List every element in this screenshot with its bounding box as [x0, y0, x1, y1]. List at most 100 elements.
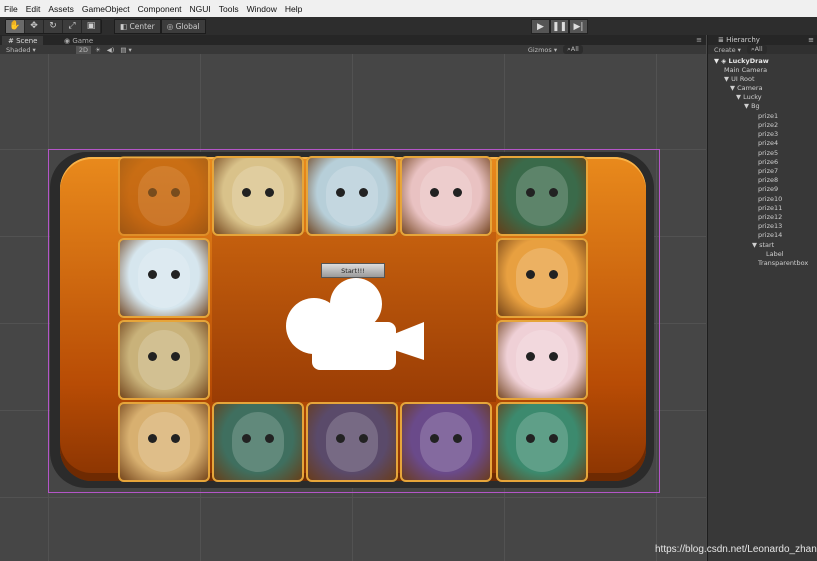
hierarchy-item[interactable]: prize7 — [758, 167, 778, 175]
pivot-global-label: Global — [175, 21, 200, 31]
hierarchy-item[interactable]: ▼ Lucky — [736, 93, 762, 101]
prize-tile — [496, 402, 588, 482]
hierarchy-item-label: Label — [766, 250, 784, 258]
hierarchy-item[interactable]: ▼ Bg — [744, 102, 760, 110]
tab-hierarchy[interactable]: ≣ Hierarchy ≡ — [708, 35, 817, 45]
hierarchy-item[interactable]: prize11 — [758, 204, 782, 212]
hierarchy-item-label: prize14 — [758, 231, 783, 239]
hierarchy-item[interactable]: prize3 — [758, 130, 778, 138]
gizmos-label: Gizmos — [527, 45, 552, 54]
effects-icon[interactable]: ▤ ▾ — [120, 46, 131, 54]
create-dropdown[interactable]: Create ▾ — [714, 46, 741, 54]
hierarchy-item[interactable]: prize5 — [758, 149, 778, 157]
hierarchy-item[interactable]: prize13 — [758, 222, 782, 230]
audio-icon[interactable]: ◀) — [107, 46, 115, 54]
eyes — [242, 188, 274, 198]
tab-scene[interactable]: # Scene — [2, 36, 44, 45]
hierarchy-item[interactable]: Transparentbox — [758, 259, 808, 267]
dragon-icon — [516, 412, 568, 472]
mode-2d-button[interactable]: 2D — [75, 45, 91, 54]
scene-view[interactable]: Start!!! — [0, 54, 706, 561]
hand-tool-icon[interactable]: ✋ — [6, 19, 25, 33]
panel-menu-icon[interactable]: ≡ — [696, 36, 702, 44]
play-icon[interactable]: ▶ — [531, 19, 550, 34]
pivot-center-button[interactable]: ◧ Center — [114, 18, 161, 34]
hierarchy-item-label: prize5 — [758, 149, 779, 157]
hierarchy-item-label: prize3 — [758, 130, 779, 138]
hierarchy-icon: ≣ — [718, 36, 724, 44]
hierarchy-item[interactable]: ▼ UI Root — [724, 75, 755, 83]
menu-item[interactable]: Window — [243, 4, 281, 14]
tiger-icon — [516, 248, 568, 308]
prize-tile — [118, 238, 210, 318]
hierarchy-item[interactable]: prize4 — [758, 139, 778, 147]
menu-item[interactable]: Help — [281, 4, 306, 14]
lighting-icon[interactable]: ☀ — [95, 46, 101, 54]
camera-gizmo-icon — [286, 278, 424, 370]
scene-options-bar: Shaded ▾ 2D ☀ ◀) ▤ ▾ Gizmos ▾ ⌕All — [0, 45, 706, 54]
rooster-icon — [138, 330, 190, 390]
menu-item[interactable]: NGUI — [186, 4, 215, 14]
hierarchy-item-label: Lucky — [743, 93, 762, 101]
hierarchy-item[interactable]: Main Camera — [724, 66, 767, 74]
hierarchy-item[interactable]: prize9 — [758, 185, 778, 193]
hierarchy-item-label: UI Root — [731, 75, 755, 83]
scene-search-input[interactable]: ⌕All — [563, 45, 583, 54]
menu-item[interactable]: Tools — [215, 4, 243, 14]
tab-game[interactable]: ◉ Game — [58, 36, 99, 45]
rabbit-icon — [516, 330, 568, 390]
tab-game-label: Game — [72, 36, 94, 45]
menu-item[interactable]: Assets — [44, 4, 78, 14]
hierarchy-item-label: Main Camera — [724, 66, 768, 74]
panel-menu-icon[interactable]: ≡ — [808, 36, 814, 44]
hierarchy-item[interactable]: prize8 — [758, 176, 778, 184]
hierarchy-item-label: prize7 — [758, 167, 779, 175]
eyes — [526, 188, 558, 198]
hierarchy-item[interactable]: prize10 — [758, 195, 782, 203]
snake-icon — [420, 412, 472, 472]
scene-search-placeholder: All — [570, 45, 579, 53]
prize-tile — [118, 402, 210, 482]
monkey-icon — [138, 412, 190, 472]
hierarchy-search-input[interactable]: ⌕All — [746, 45, 767, 54]
hierarchy-item[interactable]: prize14 — [758, 231, 782, 239]
eyes — [148, 188, 180, 198]
hierarchy-item[interactable]: prize12 — [758, 213, 782, 221]
hierarchy-item[interactable]: prize2 — [758, 121, 778, 129]
pivot-global-button[interactable]: ◎ Global — [160, 18, 206, 34]
rect-tool-icon[interactable]: ▣ — [82, 19, 101, 33]
watermark: https://blog.csdn.net/Leonardo_zhang — [655, 544, 817, 555]
eyes — [526, 434, 558, 444]
hierarchy-item-label: Transparentbox — [758, 259, 809, 267]
prize-tile — [306, 156, 398, 236]
eyes — [526, 352, 558, 362]
prize-tile — [496, 238, 588, 318]
hierarchy-item[interactable]: prize6 — [758, 158, 778, 166]
start-button[interactable]: Start!!! — [321, 263, 385, 278]
gizmos-dropdown[interactable]: Gizmos ▾ — [528, 46, 557, 54]
menu-item[interactable]: GameObject — [78, 4, 134, 14]
hierarchy-search-placeholder: All — [754, 45, 763, 53]
eyes — [430, 188, 462, 198]
pause-icon[interactable]: ❚❚ — [550, 19, 569, 34]
hierarchy-item-label: prize13 — [758, 222, 783, 230]
eyes — [148, 434, 180, 444]
move-tool-icon[interactable]: ✥ — [25, 19, 44, 33]
hierarchy-toolbar: Create ▾ ⌕All — [708, 45, 817, 54]
rotate-tool-icon[interactable]: ↻ — [44, 19, 63, 33]
eyes — [242, 434, 274, 444]
menu-item[interactable]: File — [0, 4, 22, 14]
scale-tool-icon[interactable]: ⤢ — [63, 19, 82, 33]
shading-dropdown[interactable]: Shaded ▾ — [6, 46, 36, 54]
menu-item[interactable]: Component — [134, 4, 186, 14]
hierarchy-item[interactable]: ▼ Camera — [730, 84, 763, 92]
hierarchy-item[interactable]: ▼ start — [752, 241, 774, 249]
menu-bar: File Edit Assets GameObject Component NGUI Too… — [0, 0, 817, 17]
toolbar: ✋ ✥ ↻ ⤢ ▣ ◧ Center ◎ Global ▶ ❚❚ ▶| — [0, 17, 817, 35]
hierarchy-item[interactable]: prize1 — [758, 112, 778, 120]
menu-item[interactable]: Edit — [22, 4, 45, 14]
hierarchy-item[interactable]: Label — [766, 250, 784, 258]
eyes — [430, 434, 462, 444]
hierarchy-item[interactable]: ▼ ◈ LuckyDraw — [714, 57, 769, 65]
step-icon[interactable]: ▶| — [569, 19, 588, 34]
